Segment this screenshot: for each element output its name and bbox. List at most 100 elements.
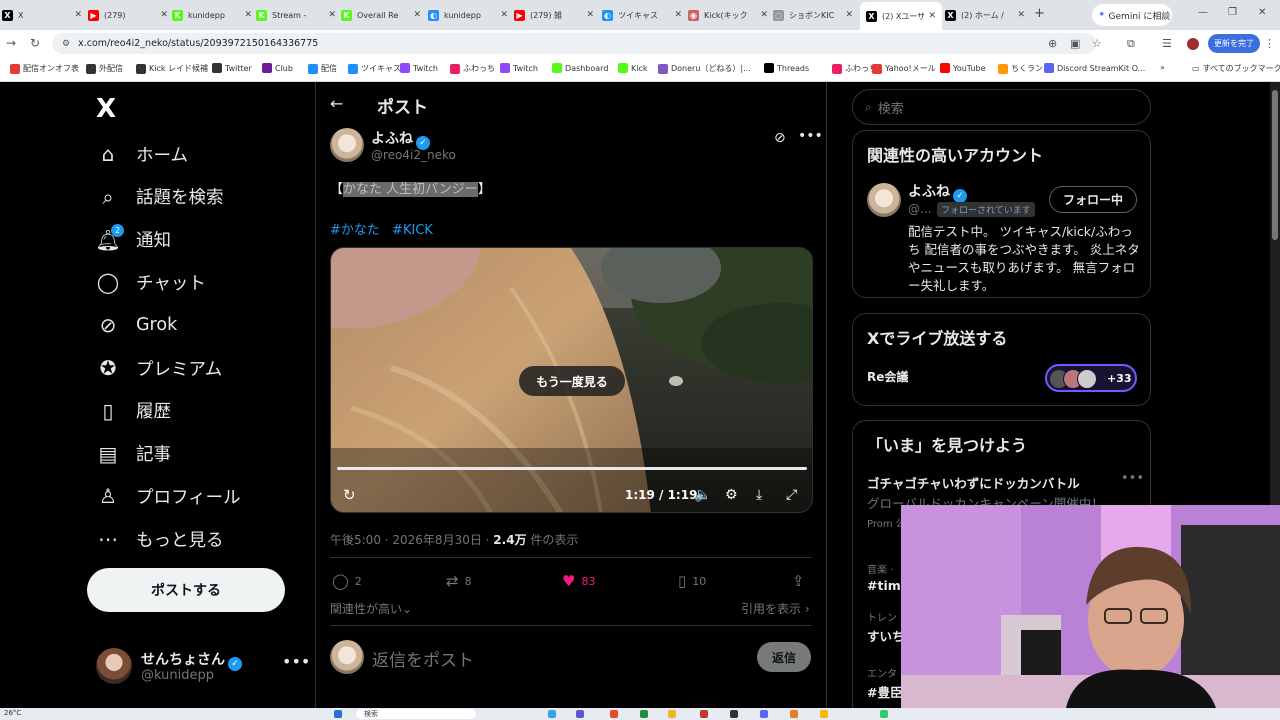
- browser-tab[interactable]: K Overall Re ✕: [341, 4, 421, 26]
- update-button[interactable]: 更新を完了: [1208, 34, 1260, 53]
- tab-close-icon[interactable]: ✕: [413, 10, 421, 20]
- live-listeners[interactable]: +33: [1045, 364, 1137, 392]
- trend-item[interactable]: #豊臣: [867, 682, 902, 701]
- search-input[interactable]: ⌕ 検索: [852, 89, 1151, 125]
- app-icon[interactable]: [790, 710, 798, 718]
- app-icon[interactable]: [760, 710, 768, 718]
- nav-item-home[interactable]: ⌂ ホーム: [96, 136, 188, 172]
- url-field[interactable]: ⚙ x.com/reo4i2_neko/status/2093972150164…: [52, 33, 1096, 54]
- app-icon[interactable]: [640, 710, 648, 718]
- close-window-icon[interactable]: ✕: [1258, 7, 1266, 18]
- account-switcher[interactable]: せんちょさん ✓ @kunidepp •••: [96, 646, 310, 686]
- nav-item-profile[interactable]: ♙ プロフィール: [96, 478, 241, 514]
- nav-item-article[interactable]: ▤ 記事: [96, 436, 171, 472]
- repost-action[interactable]: ⇄ 8: [446, 572, 472, 590]
- post-more-icon[interactable]: •••: [798, 128, 823, 144]
- tab-close-icon[interactable]: ✕: [760, 10, 768, 20]
- back-icon[interactable]: →: [6, 36, 16, 50]
- browser-tab[interactable]: X (2) Xユーザ ✕: [860, 2, 942, 30]
- related-account-handle[interactable]: @...: [908, 202, 931, 216]
- pip-icon[interactable]: ⤓: [756, 487, 762, 503]
- reply-button[interactable]: 返信: [757, 642, 811, 672]
- taskbar-search[interactable]: 検索: [356, 709, 476, 719]
- reply-action[interactable]: ◯ 2: [332, 572, 362, 590]
- bookmark-item[interactable]: ふわっち: [832, 63, 877, 74]
- bookmark-item[interactable]: Twitter: [212, 63, 252, 73]
- browser-tab[interactable]: ◌ ショボンKIC ✕: [773, 4, 853, 26]
- app-icon[interactable]: [820, 710, 828, 718]
- x-logo-icon[interactable]: X: [96, 94, 116, 124]
- zoom-icon[interactable]: ⊕: [1048, 37, 1057, 50]
- translate-icon[interactable]: ▣: [1070, 37, 1080, 50]
- bookmark-item[interactable]: Kick レイド候補: [136, 63, 208, 74]
- trend-item[interactable]: すいち: [867, 626, 905, 645]
- nav-item-search[interactable]: ⌕ 話題を検索: [96, 179, 223, 215]
- more-dots-icon[interactable]: •••: [282, 652, 310, 671]
- tab-close-icon[interactable]: ✕: [74, 10, 82, 20]
- bookmark-item[interactable]: Yahoo!メール: [872, 63, 936, 74]
- bookmark-item[interactable]: Twitch: [500, 63, 538, 73]
- bookmark-action[interactable]: ▯ 10: [678, 572, 706, 590]
- hashtag-link[interactable]: #かなた: [330, 223, 380, 238]
- more-dots-icon[interactable]: •••: [1121, 471, 1144, 486]
- extensions-icon[interactable]: ⧉: [1127, 37, 1135, 51]
- tab-close-icon[interactable]: ✕: [928, 11, 936, 21]
- browser-tab[interactable]: X (2) ホーム / ✕: [945, 4, 1025, 26]
- app-icon[interactable]: [880, 710, 888, 718]
- volume-icon[interactable]: 🔈: [694, 487, 711, 503]
- app-icon[interactable]: [730, 710, 738, 718]
- fullscreen-icon[interactable]: ⤢: [786, 487, 797, 503]
- profile-avatar-icon[interactable]: [1187, 38, 1199, 50]
- tab-close-icon[interactable]: ✕: [1017, 10, 1025, 20]
- nav-item-bookmark[interactable]: ▯ 履歴: [96, 393, 171, 429]
- bookmark-item[interactable]: ツイキャス: [348, 63, 401, 74]
- back-arrow-icon[interactable]: ←: [330, 94, 343, 113]
- bookmarks-overflow-icon[interactable]: »: [1160, 63, 1165, 72]
- bookmark-item[interactable]: Dashboard: [552, 63, 608, 73]
- app-icon[interactable]: [700, 710, 708, 718]
- author-handle[interactable]: @reo4i2_neko: [371, 148, 456, 162]
- reply-input[interactable]: 返信をポスト: [372, 646, 474, 671]
- grok-explain-icon[interactable]: ⊘: [774, 130, 786, 146]
- bookmark-item[interactable]: 配信: [308, 63, 337, 74]
- site-info-icon[interactable]: ⚙: [62, 39, 70, 49]
- bookmark-item[interactable]: ふわっち: [450, 63, 495, 74]
- author-avatar[interactable]: [330, 128, 364, 162]
- app-icon[interactable]: [610, 710, 618, 718]
- author-name[interactable]: よふね ✓: [371, 128, 430, 150]
- replay-icon[interactable]: ↻: [343, 486, 356, 504]
- view-quotes-link[interactable]: 引用を表示 ›: [741, 600, 810, 617]
- trend-topic[interactable]: ゴチャゴチャいわずにドッカンバトル: [867, 473, 1080, 492]
- weather-widget[interactable]: 26°C: [4, 709, 21, 717]
- nav-item-premium[interactable]: ✪ プレミアム: [96, 350, 223, 386]
- nav-item-grok[interactable]: ⊘ Grok: [96, 307, 178, 343]
- gemini-button[interactable]: ✦ Gemini に相談: [1092, 4, 1172, 26]
- replay-button[interactable]: もう一度見る: [519, 366, 625, 396]
- browser-tab[interactable]: Kkunidepp ✕: [172, 4, 252, 26]
- nav-item-more[interactable]: ⋯ もっと見る: [96, 521, 224, 557]
- start-icon[interactable]: [334, 710, 342, 718]
- sort-replies-dropdown[interactable]: 関連性が高い⌄: [330, 600, 412, 617]
- bookmark-item[interactable]: Doneru（どねる）|...: [658, 63, 751, 74]
- restore-icon[interactable]: ❐: [1228, 7, 1237, 18]
- live-space-name[interactable]: Re会議: [867, 368, 908, 385]
- nav-item-bell[interactable]: 🔔︎ 2 通知: [95, 222, 171, 258]
- tab-close-icon[interactable]: ✕: [586, 10, 594, 20]
- settings-icon[interactable]: ⚙: [725, 487, 738, 503]
- nav-item-chat[interactable]: ◯ チャット: [96, 264, 206, 300]
- browser-tab[interactable]: ◐ ツイキャス ✕: [602, 4, 682, 26]
- star-icon[interactable]: ☆: [1092, 37, 1102, 50]
- menu-icon[interactable]: ⋮: [1264, 37, 1275, 50]
- bookmark-item[interactable]: 配信オンオフ表: [10, 63, 79, 74]
- new-tab-button[interactable]: +: [1034, 6, 1045, 21]
- browser-tab[interactable]: ◐ kunidepp ✕: [428, 4, 508, 26]
- reload-icon[interactable]: ↻: [30, 36, 40, 50]
- hashtag-link[interactable]: #KICK: [392, 223, 433, 238]
- tab-close-icon[interactable]: ✕: [244, 10, 252, 20]
- tab-close-icon[interactable]: ✕: [845, 10, 853, 20]
- bookmark-item[interactable]: Threads: [764, 63, 809, 73]
- tab-close-icon[interactable]: ✕: [500, 10, 508, 20]
- video-player[interactable]: もう一度見る ↻ 1:19 / 1:19 🔈 ⚙ ⤓ ⤢: [330, 247, 813, 513]
- minimize-icon[interactable]: —: [1198, 7, 1208, 18]
- bookmark-item[interactable]: Club: [262, 63, 293, 73]
